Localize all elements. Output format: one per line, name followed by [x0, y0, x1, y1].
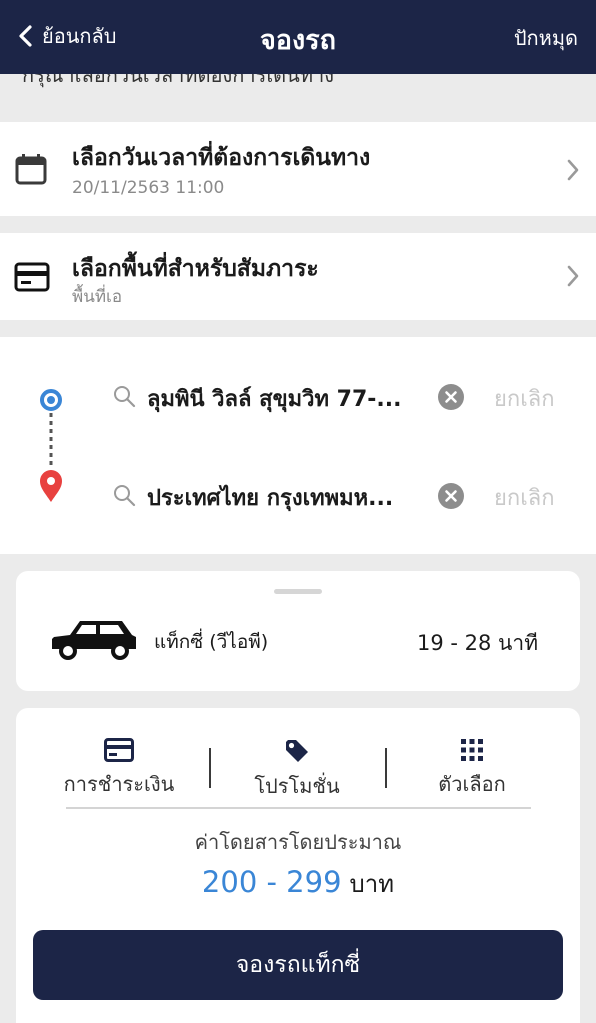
- datetime-title: เลือกวันเวลาที่ต้องการเดินทาง: [72, 145, 371, 171]
- vehicle-option-card[interactable]: แท็กซี่ (วีไอพี) 19 - 28 นาที: [16, 571, 580, 691]
- chevron-right-icon: [567, 159, 579, 181]
- taxi-car-icon: [52, 621, 136, 660]
- grid-icon: [461, 739, 483, 761]
- chevron-right-icon: [567, 265, 579, 287]
- close-icon: [445, 490, 457, 502]
- divider: [385, 748, 387, 788]
- promotion-label: โปรโมชั่น: [254, 774, 340, 798]
- search-icon: [114, 485, 136, 507]
- divider: [209, 748, 211, 788]
- drag-handle[interactable]: [274, 589, 322, 594]
- page-title: จองรถ: [259, 25, 337, 56]
- estimated-fare-label: ค่าโดยสารโดยประมาณ: [194, 830, 402, 854]
- payment-option[interactable]: การชำระเงิน: [44, 738, 194, 800]
- route-panel: ลุมพินี วิลล์ สุขุมวิท 77-... ยกเลิก ประ…: [0, 337, 596, 554]
- credit-card-icon: [104, 738, 134, 762]
- booking-panel: การชำระเงิน โปรโมชั่น ตัวเลือก ค่าโดยสาร…: [16, 708, 580, 1023]
- luggage-value: พื้นที่เอ: [72, 287, 123, 307]
- luggage-title: เลือกพื้นที่สำหรับสัมภาระ: [72, 256, 319, 282]
- destination-input[interactable]: ประเทศไทย กรุงเทพมห...: [147, 480, 427, 515]
- promotion-option[interactable]: โปรโมชั่น: [222, 738, 372, 802]
- fare-unit: บาท: [349, 870, 395, 898]
- book-taxi-button[interactable]: จองรถแท็กซี่: [33, 930, 563, 1000]
- clear-destination-button[interactable]: [438, 483, 464, 509]
- more-options-label: ตัวเลือก: [438, 772, 506, 796]
- fare-range: 200 - 299: [201, 865, 342, 899]
- card-icon: [14, 262, 50, 292]
- cancel-origin-button[interactable]: ยกเลิก: [494, 381, 555, 416]
- route-line-icon: [40, 389, 62, 502]
- eta-label: 19 - 28 นาที: [417, 631, 539, 655]
- divider: [66, 807, 531, 809]
- search-icon: [114, 386, 136, 408]
- close-icon: [445, 391, 457, 403]
- datetime-value: 20/11/2563 11:00: [72, 178, 225, 198]
- origin-input[interactable]: ลุมพินี วิลล์ สุขุมวิท 77-...: [147, 381, 427, 416]
- cancel-destination-button[interactable]: ยกเลิก: [494, 480, 555, 515]
- vehicle-type-label: แท็กซี่ (วีไอพี): [154, 631, 269, 653]
- estimated-fare: 200 - 299 บาท: [16, 864, 580, 903]
- datetime-selector[interactable]: เลือกวันเวลาที่ต้องการเดินทาง 20/11/2563…: [0, 122, 596, 216]
- scrolled-hint-text: กรุณาเลือกวันเวลาที่ต้องการเดินทาง: [22, 74, 335, 87]
- more-options[interactable]: ตัวเลือก: [397, 738, 547, 800]
- pin-location-button[interactable]: ปักหมุด: [514, 22, 578, 54]
- luggage-selector[interactable]: เลือกพื้นที่สำหรับสัมภาระ พื้นที่เอ: [0, 233, 596, 320]
- clear-origin-button[interactable]: [438, 384, 464, 410]
- top-nav-bar: ย้อนกลับ จองรถ ปักหมุด: [0, 0, 596, 74]
- payment-label: การชำระเงิน: [63, 772, 175, 796]
- calendar-icon: [15, 154, 47, 185]
- tag-icon: [286, 740, 308, 762]
